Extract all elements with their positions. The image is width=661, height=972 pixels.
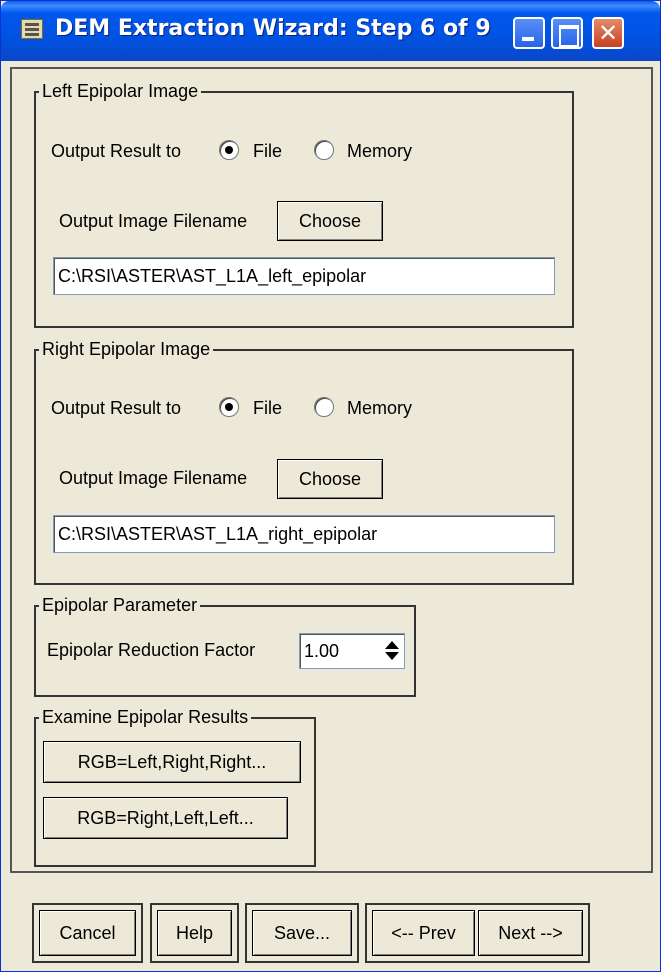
prev-button[interactable]: <-- Prev [372, 910, 475, 956]
right-filename-label: Output Image Filename [59, 468, 248, 488]
window-title: DEM Extraction Wizard: Step 6 of 9 [55, 16, 491, 41]
left-epipolar-legend: Left Epipolar Image [39, 81, 202, 102]
app-icon [21, 19, 43, 39]
close-icon: ✕ [597, 19, 619, 47]
left-output-label: Output Result to [51, 141, 182, 161]
right-output-label: Output Result to [51, 398, 182, 418]
left-choose-button[interactable]: Choose [277, 201, 383, 241]
right-memory-label: Memory [347, 398, 413, 418]
left-filename-label: Output Image Filename [59, 211, 248, 231]
examine-results-legend: Examine Epipolar Results [39, 707, 252, 728]
minimize-button[interactable] [513, 17, 545, 49]
left-memory-label: Memory [347, 141, 413, 161]
spin-up-icon[interactable] [385, 641, 399, 649]
right-file-label: File [253, 398, 283, 418]
examine-results-group [34, 717, 316, 867]
save-button[interactable]: Save... [252, 910, 352, 956]
left-file-radio[interactable] [219, 140, 239, 160]
left-filename-input[interactable]: C:\RSI\ASTER\AST_L1A_left_epipolar [53, 257, 555, 295]
rgb-right-left-left-button[interactable]: RGB=Right,Left,Left... [43, 797, 288, 839]
right-epipolar-legend: Right Epipolar Image [39, 339, 214, 360]
next-button[interactable]: Next --> [478, 910, 583, 956]
reduction-factor-spinner[interactable] [382, 635, 400, 667]
help-button[interactable]: Help [157, 910, 232, 956]
right-file-radio[interactable] [219, 397, 239, 417]
left-file-label: File [253, 141, 283, 161]
rgb-left-right-right-button[interactable]: RGB=Left,Right,Right... [43, 741, 301, 783]
maximize-button[interactable] [551, 17, 583, 49]
cancel-button[interactable]: Cancel [39, 910, 136, 956]
spin-down-icon[interactable] [385, 652, 399, 660]
left-memory-radio[interactable] [314, 140, 334, 160]
reduction-factor-label: Epipolar Reduction Factor [47, 640, 256, 660]
title-bar[interactable]: DEM Extraction Wizard: Step 6 of 9 ✕ [1, 1, 660, 61]
right-memory-radio[interactable] [314, 397, 334, 417]
epipolar-parameter-legend: Epipolar Parameter [39, 595, 201, 616]
right-filename-input[interactable]: C:\RSI\ASTER\AST_L1A_right_epipolar [53, 515, 555, 553]
close-button[interactable]: ✕ [592, 17, 624, 49]
right-choose-button[interactable]: Choose [277, 459, 383, 499]
wizard-window: DEM Extraction Wizard: Step 6 of 9 ✕ Lef… [0, 0, 661, 972]
